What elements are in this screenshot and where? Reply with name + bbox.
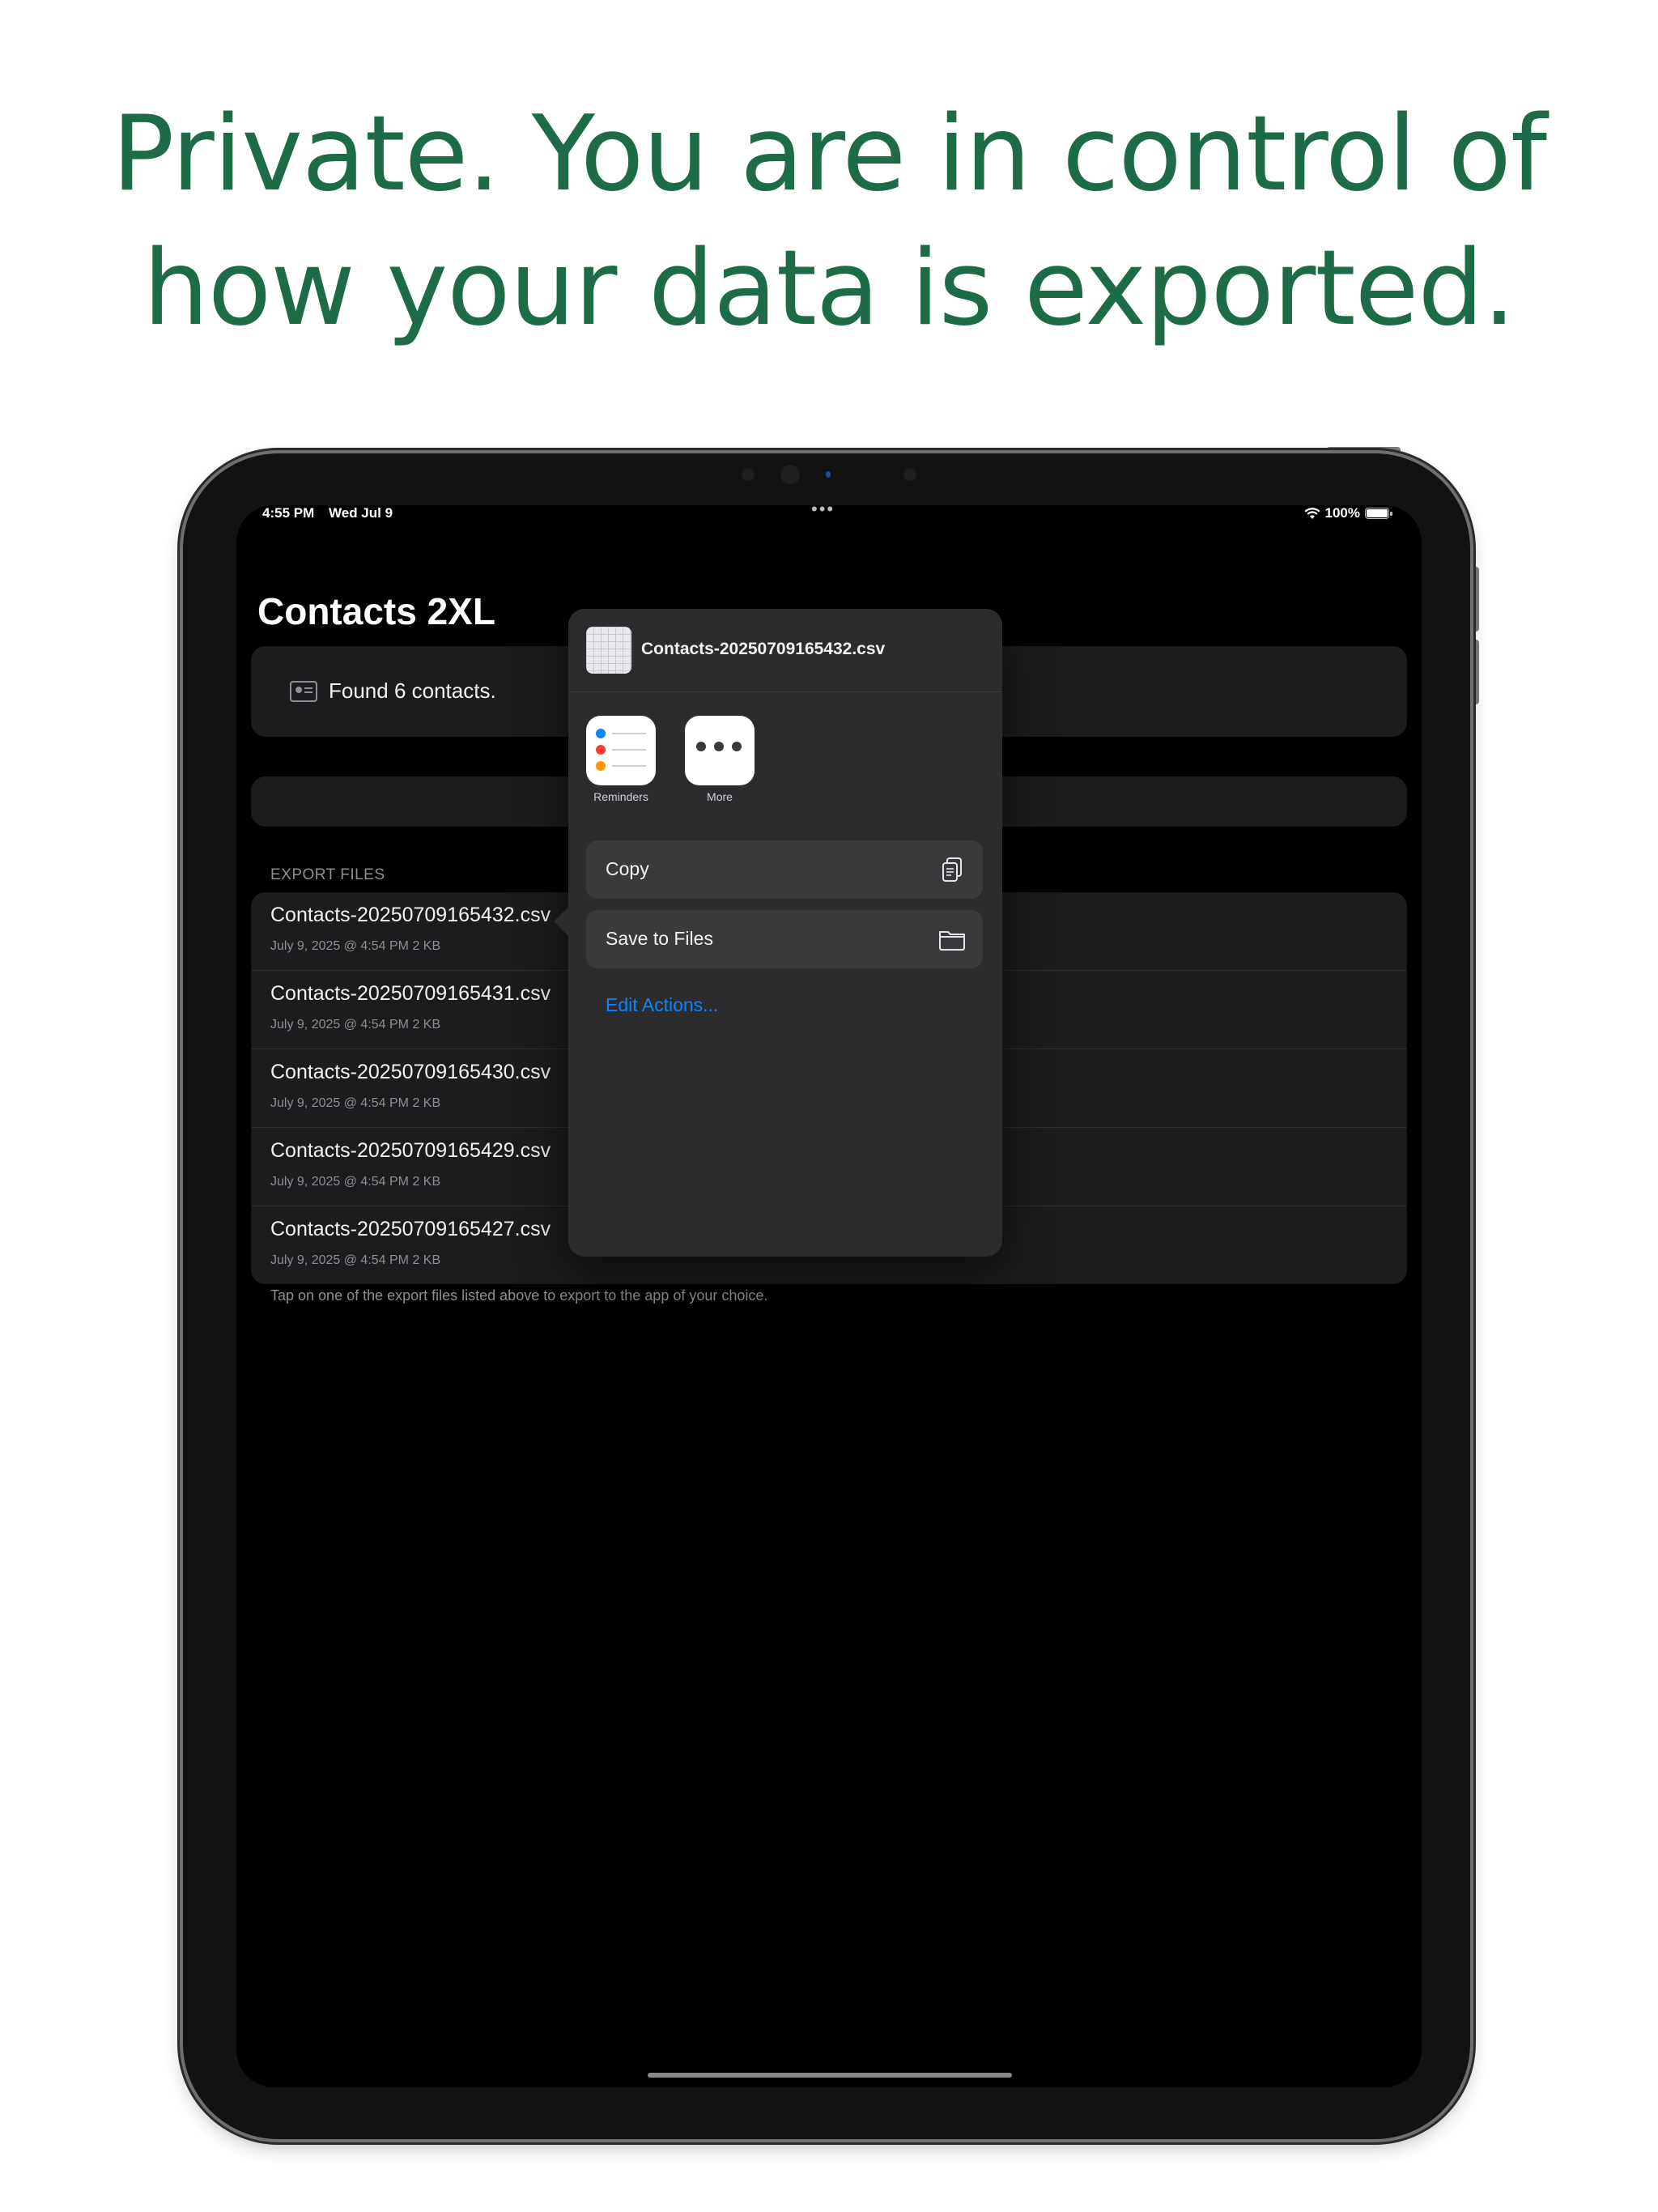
contact-card-icon <box>290 680 317 702</box>
export-file-meta: July 9, 2025 @ 4:54 PM 2 KB <box>270 1175 441 1189</box>
edit-actions-link[interactable]: Edit Actions... <box>606 994 718 1016</box>
ipad-screen: 4:55 PM Wed Jul 9 ••• 100% Contacts 2XL … <box>236 505 1422 2087</box>
copy-icon <box>942 857 962 882</box>
copy-action-button[interactable]: Copy <box>586 840 983 899</box>
status-time: 4:55 PM <box>262 505 315 521</box>
export-help-text: Tap on one of the export files listed ab… <box>270 1287 768 1304</box>
share-app-reminders[interactable]: Reminders <box>586 716 656 803</box>
export-file-name: Contacts-20250709165429.csv <box>270 1139 551 1162</box>
camera-sensor-icon <box>742 468 755 481</box>
share-app-label: Reminders <box>593 790 648 803</box>
copy-action-label: Copy <box>606 858 649 879</box>
export-file-meta: July 9, 2025 @ 4:54 PM 2 KB <box>270 939 441 953</box>
reminders-icon <box>586 716 656 785</box>
share-app-label: More <box>707 790 733 803</box>
battery-icon <box>1365 508 1392 519</box>
app-title: Contacts 2XL <box>257 590 495 632</box>
export-file-name: Contacts-20250709165432.csv <box>270 904 551 926</box>
export-file-meta: July 9, 2025 @ 4:54 PM 2 KB <box>270 1096 441 1110</box>
status-date: Wed Jul 9 <box>329 505 393 521</box>
share-sheet-popover: Contacts-20250709165432.csv Reminders Mo… <box>554 609 1002 1257</box>
headline-line-1: Private. You are in control of <box>112 94 1547 215</box>
camera-indicator-icon <box>826 471 831 478</box>
export-file-name: Contacts-20250709165427.csv <box>270 1218 551 1240</box>
device-volume-up-button <box>1472 567 1479 632</box>
headline-line-2: how your data is exported. <box>142 228 1516 349</box>
status-bar: 4:55 PM Wed Jul 9 ••• 100% <box>236 505 1422 538</box>
wifi-icon <box>1304 507 1320 519</box>
export-files-label: EXPORT FILES <box>270 866 385 883</box>
save-to-files-button[interactable]: Save to Files <box>586 910 983 968</box>
found-contacts-row: Found 6 contacts. <box>290 678 496 704</box>
export-file-name: Contacts-20250709165431.csv <box>270 982 551 1005</box>
export-file-name: Contacts-20250709165430.csv <box>270 1061 551 1083</box>
save-to-files-label: Save to Files <box>606 928 713 949</box>
csv-file-thumbnail-icon <box>586 627 631 674</box>
multitasking-dots-icon[interactable]: ••• <box>811 505 835 520</box>
folder-icon <box>939 931 965 951</box>
ambient-sensor-icon <box>903 468 916 481</box>
status-right: 100% <box>1304 505 1392 521</box>
share-app-more[interactable]: More <box>685 716 755 803</box>
home-indicator[interactable] <box>648 2073 1012 2078</box>
export-file-meta: July 9, 2025 @ 4:54 PM 2 KB <box>270 1018 441 1032</box>
export-file-meta: July 9, 2025 @ 4:54 PM 2 KB <box>270 1253 441 1267</box>
battery-percent: 100% <box>1324 505 1360 521</box>
camera-lens-icon <box>780 465 800 484</box>
more-icon <box>685 716 755 785</box>
marketing-headline: Private. You are in control of how your … <box>0 87 1658 356</box>
share-sheet-header: Contacts-20250709165432.csv <box>568 609 1002 692</box>
share-file-name: Contacts-20250709165432.csv <box>641 640 886 658</box>
found-contacts-text: Found 6 contacts. <box>329 678 496 703</box>
device-volume-down-button <box>1472 640 1479 704</box>
